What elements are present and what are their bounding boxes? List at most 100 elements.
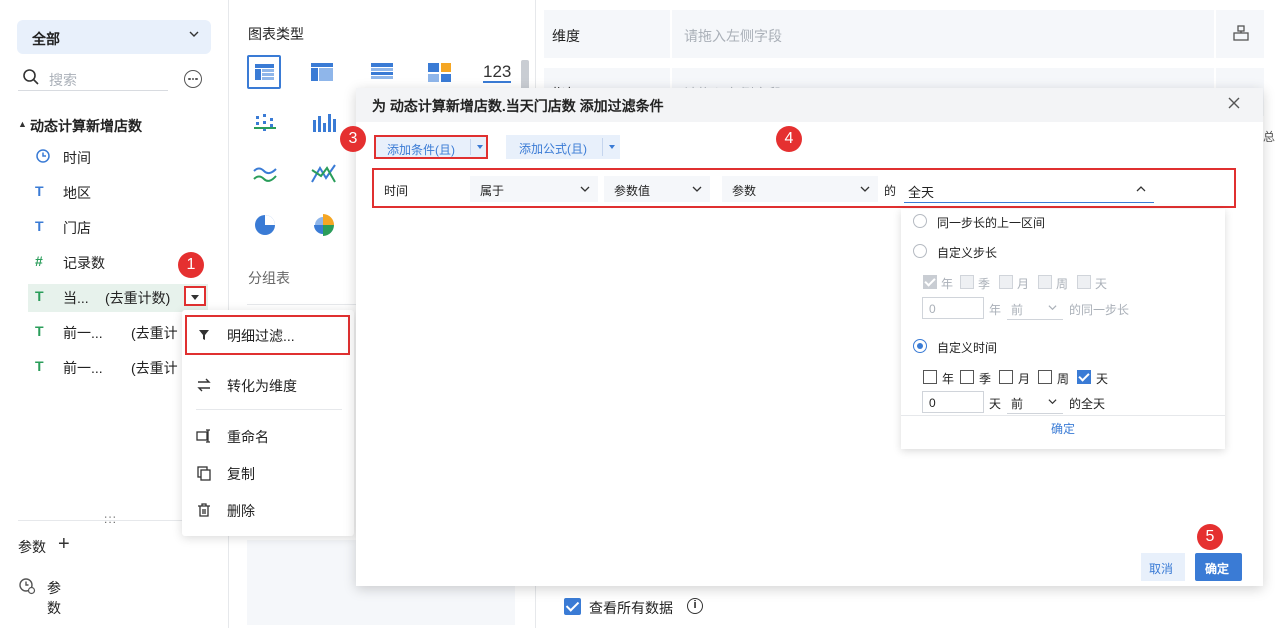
time-unit-text: 天: [989, 397, 1002, 411]
radio-custom-step[interactable]: [913, 244, 927, 258]
dimension-dropzone[interactable]: 维度 请拖入左侧字段: [544, 10, 1264, 58]
field-dropdown-button[interactable]: [184, 286, 206, 306]
confirm-button[interactable]: 确定: [1195, 553, 1242, 581]
time-unit-quarter-checkbox[interactable]: [960, 370, 974, 384]
kpi-card-icon: [428, 63, 451, 82]
step-unit-quarter-checkbox[interactable]: [960, 275, 974, 289]
chart-type-rose[interactable]: [309, 210, 343, 244]
param-select[interactable]: 参数: [722, 176, 878, 202]
radio-prev-interval[interactable]: [913, 214, 927, 228]
param-label: 参数: [47, 580, 61, 616]
detail-table-icon: [255, 64, 274, 80]
rose-chart-icon: [314, 214, 334, 236]
chart-type-detail-table[interactable]: [247, 55, 281, 89]
chevron-down-icon: [580, 186, 590, 192]
time-unit-label: 年: [942, 372, 955, 386]
view-all-label: 查看所有数据: [589, 600, 673, 616]
radar-line-icon: [311, 164, 336, 183]
chart-type-scrollbar[interactable]: [521, 60, 529, 90]
text-type-icon: T: [35, 218, 44, 234]
step-value-input[interactable]: 0: [922, 297, 984, 319]
group-table-icon: [311, 63, 333, 81]
hierarchy-icon[interactable]: [1232, 24, 1250, 42]
radio-custom-time[interactable]: [913, 339, 927, 353]
operator-select[interactable]: 属于: [470, 176, 598, 202]
time-unit-week-checkbox[interactable]: [1038, 370, 1052, 384]
chart-type-radar[interactable]: [309, 160, 343, 194]
search-input[interactable]: 搜索: [18, 66, 168, 91]
step-unit-label: 周: [1056, 277, 1069, 291]
menu-item-rename[interactable]: 重命名: [182, 419, 354, 453]
time-unit-month-checkbox[interactable]: [999, 370, 1013, 384]
menu-item-label: 删除: [227, 503, 255, 519]
opt-prev-interval-label: 同一步长的上一区间: [937, 216, 1046, 230]
add-condition-button[interactable]: 添加条件(且): [374, 135, 488, 159]
data-scope-label: 全部: [32, 31, 60, 47]
time-unit-year-checkbox[interactable]: [923, 370, 937, 384]
condition-field[interactable]: 时间: [374, 176, 464, 202]
add-param-icon[interactable]: +: [58, 533, 70, 556]
step-unit-day-checkbox[interactable]: [1077, 275, 1091, 289]
menu-item-delete[interactable]: 删除: [182, 493, 354, 527]
divider: [1214, 10, 1216, 58]
caret-down-icon: [477, 145, 483, 149]
time-direction-select[interactable]: 前: [1007, 391, 1063, 414]
more-options-icon[interactable]: [184, 70, 202, 88]
time-unit-day-checkbox[interactable]: [1077, 370, 1091, 384]
info-icon[interactable]: i: [687, 598, 703, 614]
clipped-label: 总: [1263, 130, 1275, 144]
highlight-frame: [185, 315, 350, 355]
step-unit-week-checkbox[interactable]: [1038, 275, 1052, 289]
time-direction-label: 前: [1011, 397, 1024, 411]
step-direction-select[interactable]: 前: [1007, 297, 1063, 320]
time-unit-label: 季: [979, 372, 992, 386]
menu-item-label: 转化为维度: [227, 378, 297, 394]
cancel-button[interactable]: 取消: [1141, 553, 1185, 581]
chart-type-bar[interactable]: [309, 110, 343, 144]
time-panel-confirm-button[interactable]: 确定: [901, 420, 1225, 437]
opt-custom-time-label: 自定义时间: [937, 341, 998, 355]
param-select-label: 参数: [732, 184, 757, 198]
opt-custom-step-label: 自定义步长: [937, 246, 998, 260]
field-label: 门店: [63, 220, 91, 236]
dialog-header: 为 动态计算新增店数.当天门店数 添加过滤条件: [356, 88, 1263, 122]
step-unit-month-checkbox[interactable]: [999, 275, 1013, 289]
menu-item-copy[interactable]: 复制: [182, 456, 354, 490]
chart-type-line[interactable]: [251, 160, 285, 194]
step-unit-label: 天: [1095, 277, 1108, 291]
chart-type-kpi[interactable]: [425, 58, 459, 92]
chart-type-number[interactable]: 123: [483, 62, 512, 83]
menu-item-convert-dimension[interactable]: 转化为维度: [182, 368, 354, 402]
resize-handle[interactable]: :::: [104, 512, 117, 526]
chart-type-pie[interactable]: [251, 210, 285, 244]
close-icon[interactable]: [1227, 96, 1241, 110]
time-range-select[interactable]: 全天: [904, 176, 1154, 203]
chart-type-group-table[interactable]: [307, 58, 341, 92]
collapse-triangle-icon[interactable]: ▲: [18, 119, 27, 129]
chevron-down-icon: [860, 186, 870, 192]
menu-item-label: 重命名: [227, 429, 269, 445]
field-label: 当...: [63, 290, 89, 306]
field-label: 前一...: [63, 325, 103, 341]
chart-type-dot[interactable]: [251, 110, 285, 144]
step-unit-year-checkbox[interactable]: [923, 275, 937, 289]
step-unit-label: 月: [1017, 277, 1030, 291]
chevron-up-icon: [1136, 186, 1146, 192]
cross-table-icon: [371, 63, 393, 79]
add-formula-button[interactable]: 添加公式(且): [506, 135, 620, 159]
chart-type-cross-table[interactable]: [367, 58, 401, 92]
add-formula-label: 添加公式(且): [519, 142, 587, 156]
filter-condition-row: 时间 属于 参数值 参数 的 全天: [372, 168, 1236, 208]
data-scope-select[interactable]: 全部: [17, 20, 211, 54]
checkbox-checked[interactable]: [564, 598, 581, 615]
time-suffix: 的全天: [1069, 397, 1106, 411]
value-type-select[interactable]: 参数值: [604, 176, 710, 202]
chevron-down-icon: [1048, 305, 1057, 311]
dataset-node[interactable]: ▲ 动态计算新增店数: [18, 116, 142, 136]
time-value-input[interactable]: 0: [922, 391, 984, 413]
divider: [901, 415, 1225, 416]
time-unit-label: 天: [1096, 372, 1109, 386]
pie-chart-icon: [255, 215, 275, 235]
time-range-dropdown: 同一步长的上一区间 自定义步长 年 季 月 周 天 0 年 前 的同一步长 自定…: [901, 209, 1225, 449]
chevron-down-icon: [1048, 399, 1057, 405]
